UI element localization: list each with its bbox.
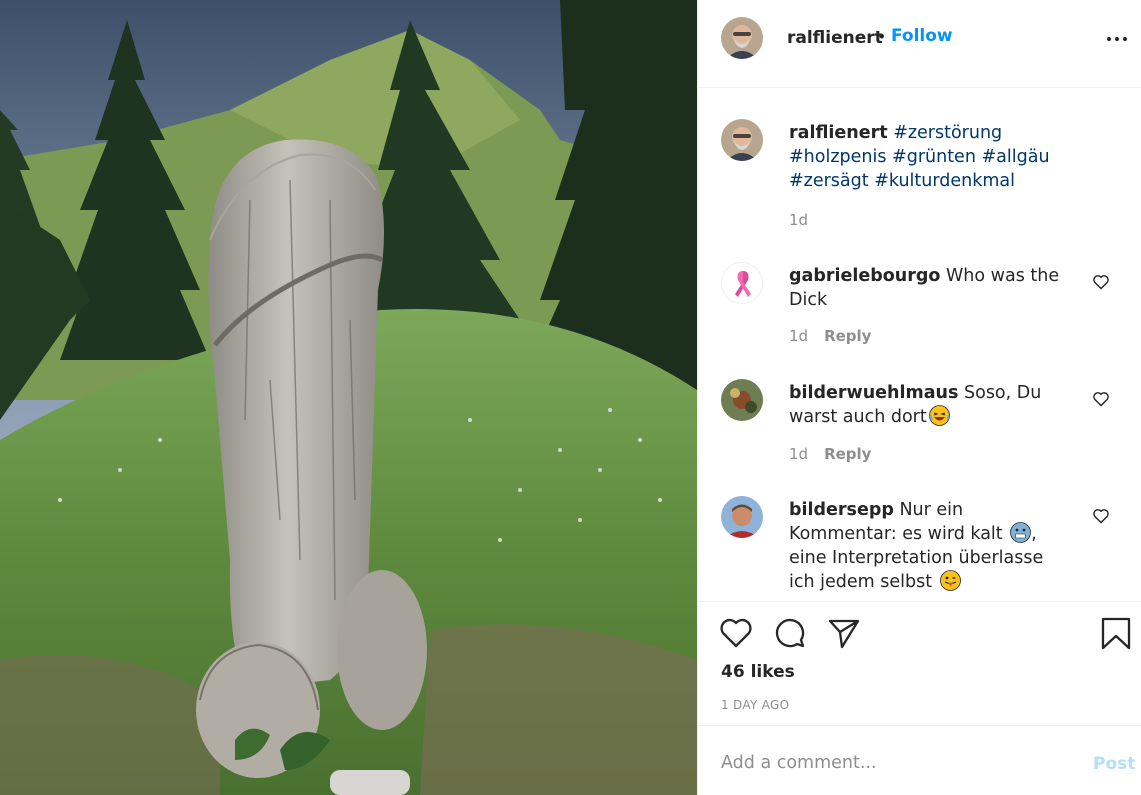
post-detail-panel: ralflienert • Follow ralflienert #zerstö… bbox=[697, 0, 1141, 795]
caption-timestamp[interactable]: 1d bbox=[789, 211, 808, 229]
comment-item: bildersepp Nur ein Kommentar: es wird ka… bbox=[698, 496, 1141, 601]
follow-button[interactable]: Follow bbox=[891, 26, 953, 46]
like-comment-heart-icon[interactable] bbox=[1092, 274, 1110, 290]
hashtag-link[interactable]: #grünten bbox=[892, 147, 976, 167]
post-actions: 46 likes 1 DAY AGO bbox=[698, 601, 1141, 726]
comment-meta: 1d Reply bbox=[789, 445, 871, 463]
comments-list[interactable]: ralflienert #zerstörung #holzpenis #grün… bbox=[698, 89, 1141, 601]
laughing-emoji-icon bbox=[928, 405, 950, 426]
commenter-avatar[interactable] bbox=[721, 262, 763, 304]
post-image[interactable] bbox=[0, 0, 697, 795]
reply-button[interactable]: Reply bbox=[824, 327, 871, 345]
comment-item: gabrielebourgo Who was the Dick 1d Reply bbox=[698, 262, 1141, 352]
comment-bubble-icon[interactable] bbox=[773, 617, 807, 649]
add-comment-bar: Post bbox=[698, 727, 1141, 795]
separator-dot: • bbox=[877, 27, 887, 46]
hashtag-link[interactable]: #allgäu bbox=[982, 147, 1050, 167]
hashtag-link[interactable]: #zerstörung bbox=[893, 123, 1002, 143]
comment-text: bildersepp Nur ein Kommentar: es wird ka… bbox=[789, 498, 1074, 594]
commenter-username[interactable]: bildersepp bbox=[789, 500, 894, 520]
author-avatar[interactable] bbox=[721, 17, 763, 59]
post-image-illustration bbox=[0, 0, 697, 795]
share-paper-plane-icon[interactable] bbox=[827, 617, 861, 649]
commenter-avatar[interactable] bbox=[721, 379, 763, 421]
post-time-ago[interactable]: 1 DAY AGO bbox=[721, 698, 789, 712]
commenter-username[interactable]: bilderwuehlmaus bbox=[789, 383, 958, 403]
commenter-username[interactable]: gabrielebourgo bbox=[789, 266, 940, 286]
hashtag-link[interactable]: #kulturdenkmal bbox=[874, 171, 1015, 191]
cold-face-emoji-icon bbox=[1010, 522, 1032, 543]
more-options-icon[interactable] bbox=[1106, 30, 1132, 48]
likes-count[interactable]: 46 likes bbox=[721, 662, 795, 682]
post-comment-button[interactable]: Post bbox=[1093, 754, 1135, 774]
like-comment-heart-icon[interactable] bbox=[1092, 391, 1110, 407]
caption: ralflienert #zerstörung #holzpenis #grün… bbox=[698, 119, 1141, 229]
comment-timestamp[interactable]: 1d bbox=[789, 327, 808, 345]
hashtag-link[interactable]: #zersägt bbox=[789, 171, 869, 191]
commenter-avatar[interactable] bbox=[721, 496, 763, 538]
caption-username[interactable]: ralflienert bbox=[789, 123, 888, 143]
comment-text: bilderwuehlmaus Soso, Du warst auch dort bbox=[789, 381, 1074, 429]
caption-text: ralflienert #zerstörung #holzpenis #grün… bbox=[789, 121, 1074, 193]
tongue-out-emoji-icon bbox=[939, 570, 961, 591]
save-bookmark-icon[interactable] bbox=[1099, 617, 1133, 649]
comment-meta: 1d Reply bbox=[789, 327, 871, 345]
reply-button[interactable]: Reply bbox=[824, 445, 871, 463]
comment-text: gabrielebourgo Who was the Dick bbox=[789, 264, 1074, 312]
pink-ribbon-icon bbox=[722, 263, 762, 303]
caption-meta: 1d bbox=[789, 211, 808, 229]
like-comment-heart-icon[interactable] bbox=[1092, 508, 1110, 524]
post-header: ralflienert • Follow bbox=[698, 0, 1141, 88]
caption-author-avatar[interactable] bbox=[721, 119, 763, 161]
like-heart-icon[interactable] bbox=[719, 617, 753, 649]
hashtag-link[interactable]: #holzpenis bbox=[789, 147, 886, 167]
comment-timestamp[interactable]: 1d bbox=[789, 445, 808, 463]
comment-item: bilderwuehlmaus Soso, Du warst auch dort… bbox=[698, 379, 1141, 469]
add-comment-input[interactable] bbox=[721, 749, 1061, 777]
author-username[interactable]: ralflienert bbox=[787, 28, 883, 48]
